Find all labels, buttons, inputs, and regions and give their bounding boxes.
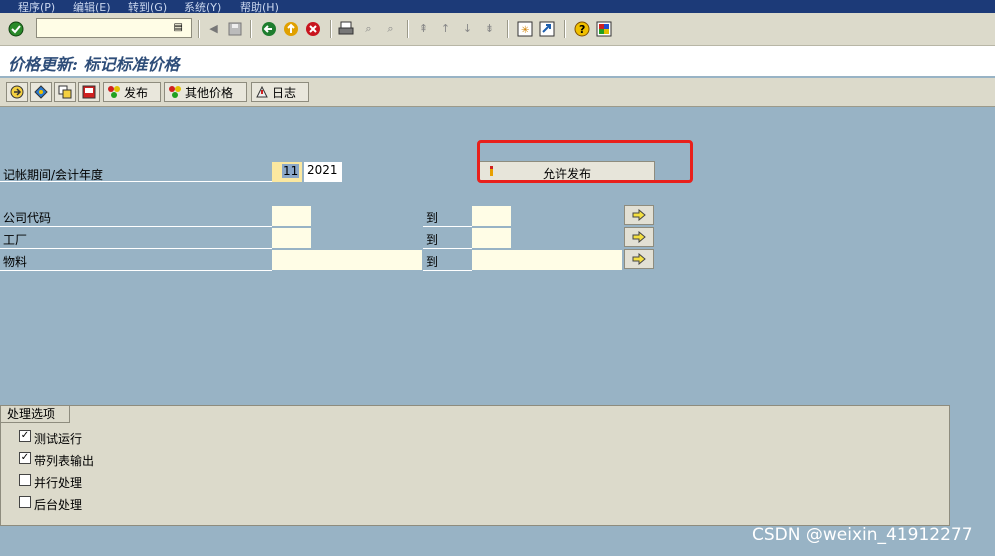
find-next-icon[interactable]: ⌕	[382, 20, 399, 37]
label-underline	[0, 248, 272, 249]
plant-from-field[interactable]	[272, 228, 311, 248]
label-underline	[423, 270, 472, 271]
release-button[interactable]: 发布	[103, 82, 161, 102]
arrow-right-icon	[632, 231, 646, 243]
separator	[564, 20, 566, 38]
history-icon[interactable]: ▤	[174, 22, 183, 33]
multiple-selection-button[interactable]	[624, 249, 654, 269]
display-icon	[82, 85, 96, 99]
highlight-box	[477, 140, 693, 183]
fiscal-year-field[interactable]: 2021	[304, 162, 342, 182]
company-code-from-field[interactable]	[272, 206, 311, 226]
execute-button[interactable]	[6, 82, 28, 102]
svg-text:?: ?	[579, 23, 585, 36]
plant-to-field[interactable]	[472, 228, 511, 248]
copy-icon	[58, 85, 72, 99]
list-output-label: 带列表输出	[34, 454, 95, 468]
variant-icon	[34, 85, 48, 99]
log-button[interactable]: 日志	[251, 82, 309, 102]
traffic-light-icon	[108, 86, 120, 98]
find-icon[interactable]: ⌕	[360, 20, 377, 37]
label-underline	[423, 248, 472, 249]
svg-text:✳: ✳	[521, 25, 529, 36]
print-icon[interactable]	[337, 20, 354, 37]
material-to-field[interactable]	[472, 250, 622, 270]
arrow-right-icon	[632, 209, 646, 221]
back-icon[interactable]	[260, 20, 277, 37]
enter-icon[interactable]	[7, 20, 24, 37]
standard-toolbar: ▤ ◀ ⌕ ⌕ ⇞ ↑ ↓ ⇟ ✳ ?	[0, 13, 995, 46]
parallel-processing-label: 并行处理	[34, 476, 83, 490]
background-processing-label: 后台处理	[34, 498, 83, 512]
period-field[interactable]: 11	[272, 162, 302, 182]
separator	[507, 20, 509, 38]
title-bar: 价格更新: 标记标准价格	[0, 46, 995, 76]
create-session-icon[interactable]: ✳	[516, 20, 533, 37]
display-button[interactable]	[78, 82, 100, 102]
other-prices-label: 其他价格	[185, 85, 234, 100]
to-label: 到	[426, 255, 439, 269]
label-underline	[423, 226, 472, 227]
period-value: 11	[282, 164, 300, 178]
list-output-checkbox[interactable]: ✓	[19, 452, 31, 464]
back-arrow-icon[interactable]: ◀	[205, 20, 222, 37]
previous-page-icon[interactable]: ↑	[437, 20, 454, 37]
background-processing-checkbox[interactable]	[19, 496, 31, 508]
execute-icon	[10, 85, 24, 99]
separator	[198, 20, 200, 38]
first-page-icon[interactable]: ⇞	[415, 20, 432, 37]
save-icon[interactable]	[226, 20, 243, 37]
release-label: 发布	[124, 85, 149, 100]
menu-bar: 程序(P) 编辑(E) 转到(G) 系统(Y) 帮助(H)	[0, 0, 995, 14]
command-field[interactable]: ▤	[36, 18, 192, 38]
test-run-checkbox[interactable]: ✓	[19, 430, 31, 442]
parallel-processing-checkbox[interactable]	[19, 474, 31, 486]
test-run-label: 测试运行	[34, 432, 83, 446]
other-prices-button[interactable]: 其他价格	[164, 82, 247, 102]
last-page-icon[interactable]: ⇟	[481, 20, 498, 37]
company-code-to-field[interactable]	[472, 206, 511, 226]
group-title: 处理选项	[1, 406, 71, 423]
copy-button[interactable]	[54, 82, 76, 102]
shortcut-icon[interactable]	[538, 20, 555, 37]
label-underline	[0, 181, 272, 182]
arrow-right-icon	[632, 253, 646, 265]
processing-options-group: 处理选项 ✓ 测试运行 ✓ 带列表输出 并行处理 后台处理	[0, 405, 950, 526]
page-title: 价格更新: 标记标准价格	[8, 55, 180, 74]
layout-menu-icon[interactable]	[595, 20, 612, 37]
material-label: 物料	[3, 255, 28, 269]
separator	[330, 20, 332, 38]
variant-button[interactable]	[30, 82, 52, 102]
watermark: CSDN @weixin_41912277	[752, 525, 973, 545]
to-label: 到	[426, 211, 439, 225]
traffic-light-icon	[169, 86, 181, 98]
material-from-field[interactable]	[272, 250, 422, 270]
plant-label: 工厂	[3, 233, 28, 247]
separator	[407, 20, 409, 38]
application-toolbar: 发布 其他价格 日志	[0, 78, 995, 107]
log-label: 日志	[272, 85, 297, 100]
separator	[250, 20, 252, 38]
log-icon	[256, 85, 268, 98]
company-code-label: 公司代码	[3, 211, 52, 225]
next-page-icon[interactable]: ↓	[459, 20, 476, 37]
fiscal-year-value: 2021	[307, 163, 338, 177]
exit-icon[interactable]	[282, 20, 299, 37]
help-icon[interactable]: ?	[573, 20, 590, 37]
label-underline	[0, 226, 272, 227]
multiple-selection-button[interactable]	[624, 205, 654, 225]
multiple-selection-button[interactable]	[624, 227, 654, 247]
to-label: 到	[426, 233, 439, 247]
label-underline	[0, 270, 272, 271]
cancel-icon[interactable]	[304, 20, 321, 37]
